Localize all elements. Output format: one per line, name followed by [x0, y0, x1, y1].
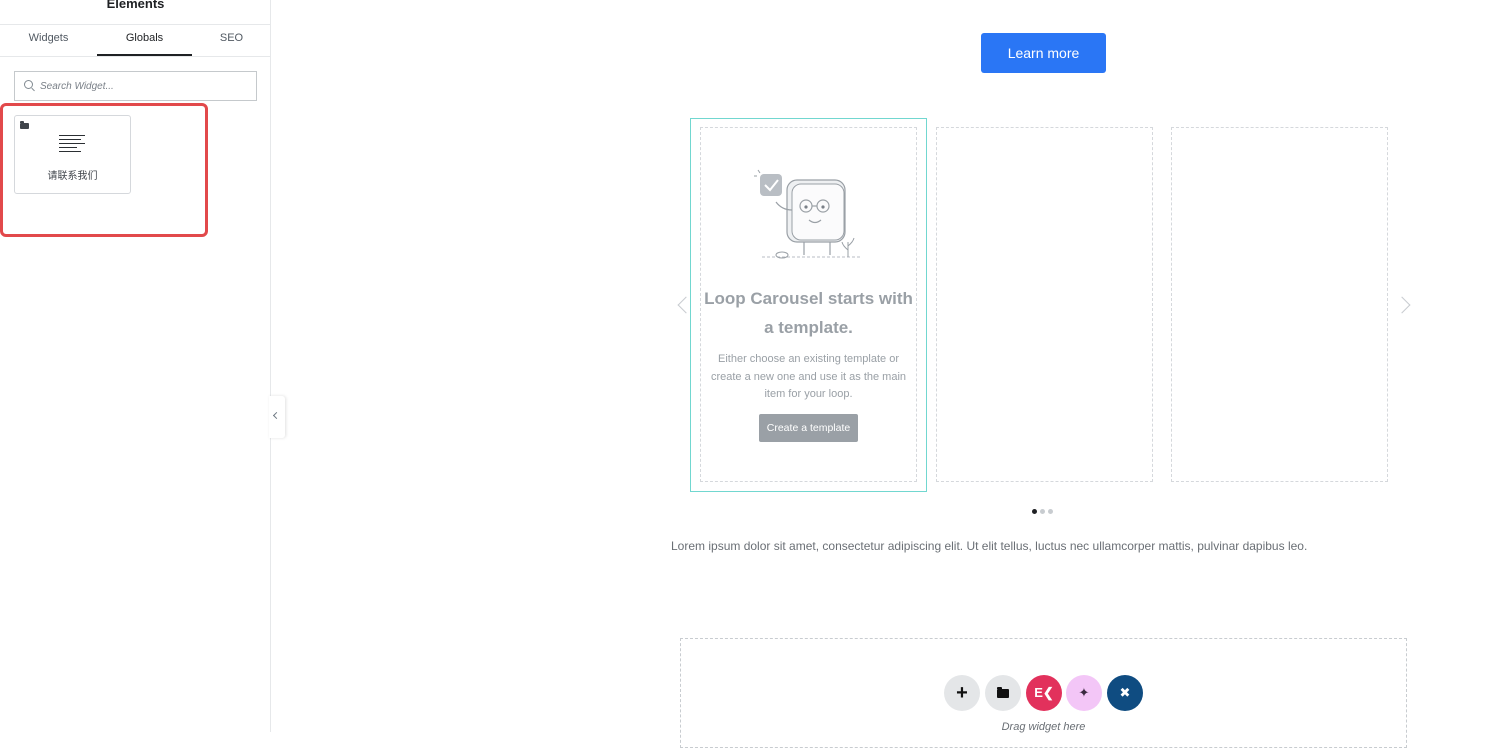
carousel-next-arrow-icon[interactable]	[1393, 296, 1411, 314]
template-illustration-icon	[754, 169, 860, 259]
text-editor-icon	[59, 135, 85, 153]
carousel-dot[interactable]	[1048, 509, 1053, 514]
tab-seo[interactable]: SEO	[192, 25, 271, 56]
ai-button[interactable]: ✦	[1066, 675, 1102, 711]
drag-widget-hint: Drag widget here	[1001, 721, 1086, 733]
add-template-button[interactable]	[985, 675, 1021, 711]
create-template-button[interactable]: Create a template	[759, 414, 858, 442]
ai-sparkle-icon: ✦	[1078, 685, 1090, 700]
plus-icon: +	[956, 681, 968, 704]
collapse-panel-button[interactable]	[269, 396, 285, 438]
text-editor-paragraph[interactable]: Lorem ipsum dolor sit amet, consectetur …	[671, 539, 1371, 553]
carousel-empty-title: Loop Carousel starts with a template.	[704, 289, 913, 337]
plugin-icon: ✖	[1119, 685, 1131, 700]
carousel-slide[interactable]	[1171, 127, 1388, 482]
carousel-dot[interactable]	[1032, 509, 1037, 514]
folder-icon	[20, 121, 29, 129]
panel-tabs: Widgets Globals SEO	[0, 25, 271, 57]
widget-label: 请联系我们	[47, 171, 98, 182]
carousel-slide[interactable]	[936, 127, 1153, 482]
elementor-kit-icon: E❮	[1034, 685, 1054, 700]
learn-more-button[interactable]: Learn more	[981, 33, 1106, 73]
add-section-button[interactable]: +	[944, 675, 980, 711]
search-box	[14, 71, 257, 101]
carousel-empty-description: Either choose an existing template or cr…	[710, 353, 907, 400]
tab-globals[interactable]: Globals	[97, 25, 192, 56]
elementor-kit-button[interactable]: E❮	[1026, 675, 1062, 711]
carousel-pagination	[1032, 509, 1056, 515]
panel-title: Elements	[106, 0, 165, 11]
plugin-button[interactable]: ✖	[1107, 675, 1143, 711]
tab-widgets[interactable]: Widgets	[0, 25, 97, 56]
elements-panel: Elements Widgets Globals SEO 请联系我们	[0, 0, 271, 732]
global-widget-card[interactable]: 请联系我们	[14, 115, 131, 194]
carousel-dot[interactable]	[1040, 509, 1045, 514]
folder-icon	[997, 686, 1009, 698]
search-input[interactable]	[40, 78, 250, 94]
search-icon	[24, 80, 33, 89]
chevron-left-icon	[272, 411, 281, 420]
